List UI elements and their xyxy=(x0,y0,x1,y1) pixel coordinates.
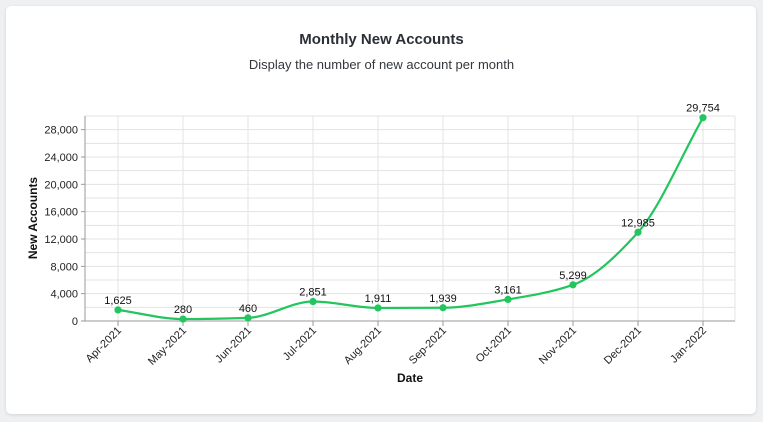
x-tick-label: Sep-2021 xyxy=(407,325,449,367)
x-tick-label: Aug-2021 xyxy=(342,325,384,367)
data-point xyxy=(374,304,382,312)
data-point xyxy=(699,114,707,122)
y-tick-label: 20,000 xyxy=(44,179,78,191)
line-chart: 0 4,000 8,000 12,000 16,000 20,000 24,000 28,00… xyxy=(26,103,736,385)
y-axis: 0 4,000 8,000 12,000 16,000 20,000 24,000 28,00… xyxy=(44,116,86,328)
data-labels: 1,625 280 460 2,851 1,911 1,939 3,161 5,299 12,9… xyxy=(104,103,720,316)
x-tick-label: Oct-2021 xyxy=(474,325,514,365)
y-tick-label: 24,000 xyxy=(44,152,78,164)
y-tick-label: 12,000 xyxy=(44,234,78,246)
y-tick-label: 0 xyxy=(72,316,78,328)
data-point xyxy=(569,281,577,289)
data-point xyxy=(244,314,252,322)
data-point xyxy=(114,306,122,314)
x-axis: Apr-2021 May-2021 Jun-2021 Jul-2021 Aug-2021… xyxy=(84,320,735,368)
data-label: 460 xyxy=(239,303,257,315)
data-point xyxy=(179,315,187,323)
x-tick-label: Jun-2021 xyxy=(213,325,254,366)
data-label: 12,985 xyxy=(621,217,655,229)
data-point xyxy=(439,304,447,312)
data-label: 29,754 xyxy=(686,103,720,115)
data-label: 1,939 xyxy=(429,293,457,305)
data-point xyxy=(634,228,642,236)
data-point xyxy=(309,297,317,306)
x-tick-label: Nov-2021 xyxy=(537,325,579,367)
data-label: 280 xyxy=(174,304,192,316)
data-points xyxy=(114,114,707,323)
y-tick-label: 28,000 xyxy=(44,125,78,137)
x-tick-label: Dec-2021 xyxy=(602,325,644,367)
y-tick-label: 4,000 xyxy=(50,289,78,301)
y-tick-label: 8,000 xyxy=(50,261,78,273)
data-label: 5,299 xyxy=(559,270,587,282)
x-axis-title: Date xyxy=(397,371,423,385)
series-line xyxy=(117,117,704,321)
data-label: 2,851 xyxy=(299,287,327,299)
x-tick-label: Apr-2021 xyxy=(84,325,124,365)
x-tick-label: May-2021 xyxy=(146,325,189,368)
data-label: 3,161 xyxy=(494,284,522,296)
data-label: 1,911 xyxy=(365,293,392,305)
y-axis-title: New Accounts xyxy=(26,177,40,260)
data-point xyxy=(504,295,512,303)
x-tick-label: Jan-2022 xyxy=(668,325,709,366)
y-tick-label: 16,000 xyxy=(44,207,78,219)
x-tick-label: Jul-2021 xyxy=(281,325,319,363)
data-label: 1,625 xyxy=(104,295,132,307)
